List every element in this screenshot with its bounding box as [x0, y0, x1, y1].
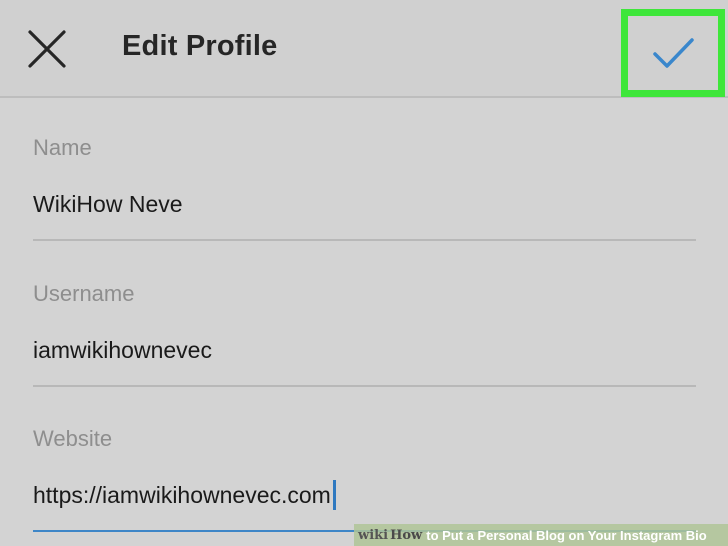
name-value[interactable]: WikiHow Neve [33, 190, 696, 218]
website-value[interactable]: https://iamwikihownevec.com [33, 481, 331, 509]
watermark-text: to Put a Personal Blog on Your Instagram… [426, 527, 707, 543]
watermark-brand-wiki: wiki [358, 527, 389, 543]
name-label: Name [33, 135, 92, 160]
website-value-row[interactable]: https://iamwikihownevec.com [33, 480, 696, 510]
watermark-brand-how: How [390, 527, 423, 543]
name-field: Name [33, 135, 696, 161]
username-value[interactable]: iamwikihownevec [33, 336, 696, 364]
username-label: Username [33, 281, 135, 306]
checkmark-icon [653, 38, 694, 68]
close-icon [28, 30, 66, 68]
username-field: Username [33, 281, 696, 307]
edit-profile-screen: Edit Profile Name WikiHow Neve Username … [0, 0, 728, 546]
website-label: Website [33, 426, 113, 451]
website-input[interactable]: https://iamwikihownevec.com [33, 480, 696, 510]
username-input[interactable]: iamwikihownevec [33, 336, 696, 364]
username-underline [33, 385, 696, 387]
text-caret [332, 480, 336, 510]
website-field: Website [33, 426, 696, 452]
page-title: Edit Profile [122, 30, 278, 62]
header-bar: Edit Profile [0, 0, 728, 98]
save-button[interactable] [621, 9, 725, 97]
name-input[interactable]: WikiHow Neve [33, 190, 696, 218]
close-button[interactable] [22, 26, 72, 72]
watermark: wiki How to Put a Personal Blog on Your … [354, 524, 728, 546]
name-underline [33, 239, 696, 241]
